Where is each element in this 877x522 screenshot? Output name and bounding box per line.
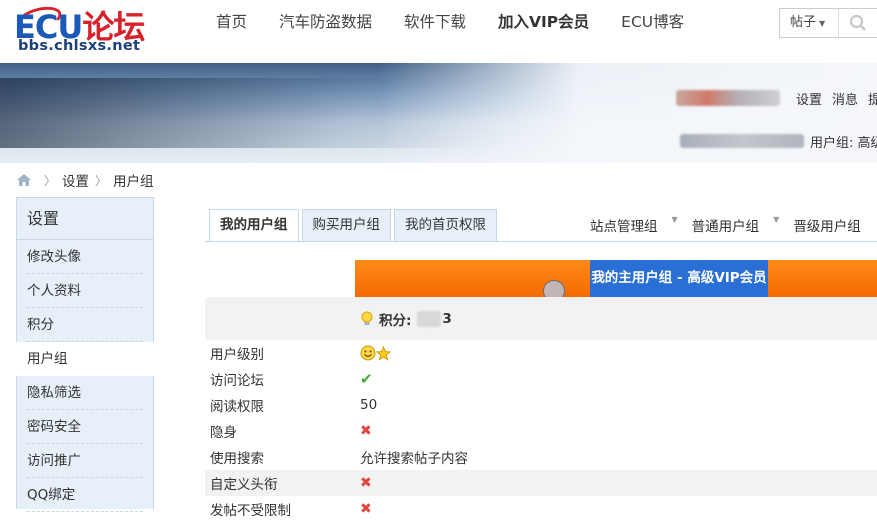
perm-key: 访问论坛: [210, 373, 264, 389]
nav-software-download[interactable]: 软件下载: [388, 0, 482, 44]
home-icon[interactable]: [16, 173, 32, 187]
breadcrumb-usergroup[interactable]: 用户组: [113, 170, 154, 190]
perm-key: 使用搜索: [210, 451, 264, 467]
table-row: 使用搜索 允许搜索帖子内容: [205, 444, 877, 470]
usergroup-tabs: 我的用户组 购买用户组 我的首页权限: [209, 209, 500, 242]
cross-icon: ✖: [360, 423, 372, 439]
search-icon[interactable]: [839, 9, 877, 37]
smiley-icon: [360, 345, 376, 361]
permission-table: 积分: 3 用户级别 访问论坛 ✔ 阅读权限 50 隐身 ✖ 使用搜索 允许搜索…: [205, 297, 877, 522]
main-group-bar: 我的主用户组 - 高级VIP会员: [355, 260, 877, 297]
chevron-down-icon: ▼: [819, 19, 826, 28]
top-bar: ECU论坛 bbs.chlsxs.net 首页 汽车防盗数据 软件下载 加入VI…: [0, 0, 877, 63]
banner-usergroup[interactable]: 用户组: 高级: [810, 132, 877, 151]
link-messages[interactable]: 消息: [832, 93, 858, 108]
perm-value: 50: [360, 397, 378, 413]
table-row: 用户级别: [205, 340, 877, 366]
search-box: 帖子 ▼: [779, 8, 877, 38]
score-row: 积分: 3: [205, 297, 877, 340]
chevron-down-icon[interactable]: ▼: [773, 215, 779, 235]
star-icon: [376, 345, 391, 361]
group-link-admin[interactable]: 站点管理组: [590, 215, 658, 235]
score-value-tail: 3: [442, 310, 452, 327]
nav-antitheft-data[interactable]: 汽车防盗数据: [263, 0, 388, 44]
site-logo[interactable]: ECU论坛 bbs.chlsxs.net: [13, 2, 164, 58]
nav-ecu-blog[interactable]: ECU博客: [605, 0, 700, 44]
table-row: 隐身 ✖: [205, 418, 877, 444]
perm-key: 自定义头衔: [210, 477, 278, 493]
search-type-label: 帖子: [790, 15, 817, 30]
score-redacted: [417, 310, 442, 327]
user-links: 设置 消息提: [796, 89, 877, 108]
cross-icon: ✖: [360, 475, 372, 491]
perm-key: 发帖不受限制: [210, 503, 291, 519]
check-icon: ✔: [360, 370, 373, 388]
lightbulb-icon: [361, 311, 373, 325]
chevron-down-icon[interactable]: ▼: [672, 215, 678, 235]
tab-home-permissions[interactable]: 我的首页权限: [394, 209, 497, 241]
main-group-title: 我的主用户组 - 高级VIP会员: [590, 260, 768, 297]
group-link-promote[interactable]: 晋级用户组: [793, 215, 861, 235]
table-row: 发帖不受限制 ✖: [205, 496, 877, 522]
sidebar-item-usergroup[interactable]: 用户组: [16, 342, 154, 376]
sidebar-item-qq[interactable]: QQ绑定: [17, 478, 153, 512]
sidebar-title: 设置: [17, 198, 153, 240]
breadcrumb-settings[interactable]: 设置: [62, 170, 89, 190]
table-row: 阅读权限 50: [205, 392, 877, 418]
group-link-normal[interactable]: 普通用户组: [692, 215, 760, 235]
perm-key: 阅读权限: [210, 399, 264, 415]
cross-icon: ✖: [360, 501, 372, 517]
sidebar-item-password[interactable]: 密码安全: [17, 410, 153, 444]
username-redacted: [676, 90, 780, 106]
link-remind[interactable]: 提: [868, 93, 877, 108]
sidebar-item-profile[interactable]: 个人资料: [17, 274, 153, 308]
perm-key: 隐身: [210, 425, 237, 441]
profile-banner: 设置 消息提 用户组: 高级: [0, 63, 877, 163]
nav-home[interactable]: 首页: [200, 0, 263, 44]
breadcrumb: 〉 设置 〉 用户组: [16, 170, 154, 190]
link-settings[interactable]: 设置: [796, 93, 822, 108]
banner-highlight: [380, 63, 877, 163]
perm-value: 允许搜索帖子内容: [360, 451, 468, 467]
sidebar-item-avatar[interactable]: 修改头像: [17, 240, 153, 274]
tab-divider: [205, 241, 877, 242]
nav-join-vip[interactable]: 加入VIP会员: [482, 0, 605, 44]
group-links: 站点管理组 ▼ 普通用户组 ▼ 晋级用户组: [590, 215, 875, 235]
sidebar-item-credits[interactable]: 积分: [17, 308, 153, 342]
settings-sidebar: 设置 修改头像 个人资料 积分 用户组 隐私筛选 密码安全 访问推广 QQ绑定: [16, 197, 154, 512]
main-nav: 首页 汽车防盗数据 软件下载 加入VIP会员 ECU博客: [200, 0, 700, 44]
table-row: 访问论坛 ✔: [205, 366, 877, 392]
breadcrumb-separator: 〉: [44, 173, 57, 188]
sidebar-item-privacy[interactable]: 隐私筛选: [17, 376, 153, 410]
tab-my-usergroup[interactable]: 我的用户组: [209, 209, 299, 242]
perm-key: 用户级别: [210, 347, 264, 363]
search-type-select[interactable]: 帖子 ▼: [780, 9, 840, 37]
tab-buy-usergroup[interactable]: 购买用户组: [301, 209, 391, 241]
logo-domain: bbs.chlsxs.net: [18, 38, 141, 54]
table-row: 自定义头衔 ✖: [205, 470, 877, 496]
score-label: 积分:: [379, 312, 412, 329]
sidebar-item-promotion[interactable]: 访问推广: [17, 444, 153, 478]
breadcrumb-separator: 〉: [95, 173, 108, 188]
user-info-redacted: [680, 134, 804, 148]
